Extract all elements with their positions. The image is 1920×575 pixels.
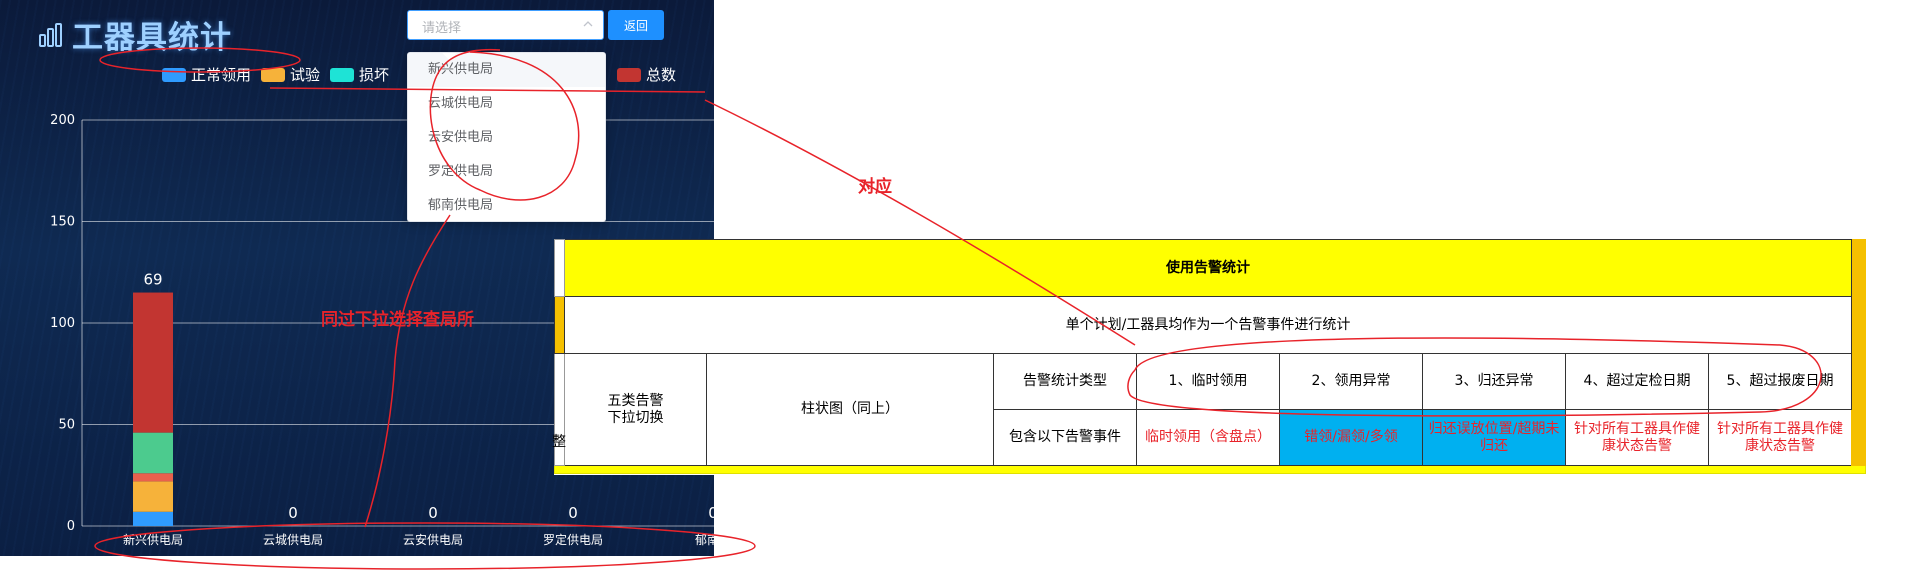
bureau-select[interactable]: 请选择 — [407, 10, 604, 40]
table-cell-chart: 柱状图（同上） — [706, 353, 994, 466]
chevron-up-icon — [583, 21, 593, 27]
y-tick-label: 100 — [50, 316, 75, 331]
legend-swatch — [617, 67, 641, 82]
y-tick-label: 150 — [50, 215, 75, 230]
legend-item-test[interactable]: 试验 — [261, 64, 320, 85]
table-cell-type: 3、归还异常 — [1422, 353, 1566, 410]
table-cell-event: 归还误放位置/超期未归还 — [1422, 409, 1566, 466]
table-edge-cell — [1851, 239, 1866, 297]
data-label: 0 — [428, 504, 438, 522]
title-area: 工器具统计 — [38, 12, 232, 57]
data-label: 69 — [143, 271, 162, 289]
dropdown-option[interactable]: 云安供电局 — [408, 121, 605, 155]
table-row-label: 包含以下告警事件 — [993, 409, 1137, 466]
table-edge-cell — [1851, 296, 1866, 354]
table-cell-alert-types: 五类告警 下拉切换 — [564, 353, 707, 466]
annotation-dropdown-note: 同过下拉选择查局所 — [321, 310, 474, 330]
dropdown-option[interactable]: 郁南供电局 — [408, 189, 605, 221]
bar-segment — [133, 292, 173, 433]
legend-label: 总数 — [646, 66, 677, 84]
x-tick-label: 云城供电局 — [263, 533, 323, 547]
table-cell-type: 5、超过报废日期 — [1708, 353, 1852, 410]
table-cell-event: 针对所有工器具作健康状态告警 — [1708, 409, 1852, 466]
y-tick-label: 200 — [50, 113, 75, 128]
legend-label: 试验 — [290, 66, 321, 84]
x-tick-label: 云安供电局 — [403, 532, 463, 547]
y-tick-label: 0 — [67, 519, 75, 534]
bar-segment — [133, 473, 173, 482]
bar-segment — [133, 511, 173, 526]
spec-table: 使用告警统计 单个计划/工器具均作为一个告警事件进行统计 五类告警 下拉切换 柱… — [554, 239, 1866, 474]
x-tick-label: 新兴供电局 — [123, 532, 183, 547]
table-edge-cell — [554, 296, 565, 354]
table-header: 使用告警统计 — [564, 239, 1852, 297]
select-placeholder: 请选择 — [422, 21, 462, 36]
y-tick-label: 50 — [58, 418, 75, 433]
data-label: 0 — [568, 504, 578, 522]
dropdown-option[interactable]: 罗定供电局 — [408, 155, 605, 189]
legend-swatch — [162, 67, 186, 82]
x-tick-label: 罗定供电局 — [543, 532, 603, 547]
chart-legend: 正常领用 试验 损坏 — [162, 64, 399, 85]
table-cell-type: 2、领用异常 — [1279, 353, 1423, 410]
table-cell-type: 4、超过定检日期 — [1565, 353, 1709, 410]
spec-table-area: 使用告警统计 单个计划/工器具均作为一个告警事件进行统计 五类告警 下拉切换 柱… — [552, 239, 1866, 475]
bar-segment — [133, 481, 173, 512]
stray-char: 整 — [552, 434, 566, 450]
page-title: 工器具统计 — [72, 20, 232, 56]
legend-item-normal[interactable]: 正常领用 — [162, 64, 251, 85]
data-label: 0 — [288, 504, 298, 522]
legend-swatch — [330, 67, 355, 82]
bar-segment — [133, 432, 173, 474]
data-label: 0 — [708, 504, 714, 522]
back-button[interactable]: 返回 — [608, 10, 664, 40]
bar-chart-icon — [39, 22, 62, 47]
bureau-dropdown: 新兴供电局 云城供电局 云安供电局 罗定供电局 郁南供电局 — [407, 52, 606, 222]
table-cell-type: 1、临时领用 — [1136, 353, 1280, 410]
x-tick-label: 郁南供 — [695, 532, 714, 547]
table-edge-cell — [554, 239, 565, 297]
dropdown-option[interactable]: 云城供电局 — [408, 87, 605, 121]
table-cell-event: 针对所有工器具作健康状态告警 — [1565, 409, 1709, 466]
legend-label: 正常领用 — [191, 66, 252, 84]
legend-label: 损坏 — [359, 66, 390, 84]
table-cell-event: 临时领用（含盘点） — [1136, 409, 1280, 466]
legend-item-total[interactable]: 总数 — [617, 64, 676, 85]
table-cell-event: 错领/漏领/多领 — [1279, 409, 1423, 466]
table-edge-cell — [1851, 353, 1866, 466]
table-footer-strip — [554, 465, 1866, 474]
legend-item-damage[interactable]: 损坏 — [330, 64, 389, 85]
table-row-label: 告警统计类型 — [993, 353, 1137, 410]
legend-swatch — [261, 67, 286, 82]
table-subheader: 单个计划/工器具均作为一个告警事件进行统计 — [564, 296, 1852, 354]
annotation-correspond: 对应 — [858, 177, 892, 197]
dropdown-option[interactable]: 新兴供电局 — [408, 53, 605, 87]
